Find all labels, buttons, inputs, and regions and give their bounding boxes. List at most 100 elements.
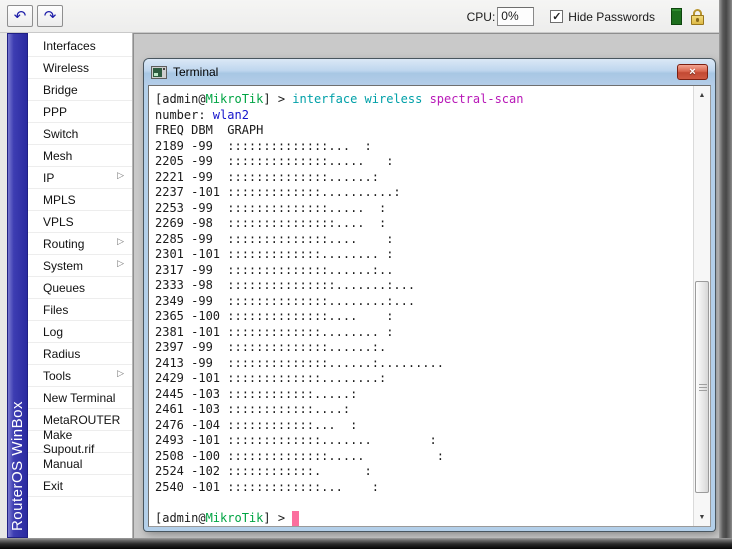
scrollbar-up-arrow[interactable]: ▲ <box>694 87 710 103</box>
terminal-scrollbar[interactable]: ▲ ▼ <box>693 86 710 526</box>
terminal-line: 2285 -99 ::::::::::::::.... : <box>155 232 693 248</box>
terminal-titlebar[interactable]: Terminal × <box>144 59 715 85</box>
terminal-line: 2237 -101 :::::::::::::..........: <box>155 185 693 201</box>
sidebar-item-make-supout-rif[interactable]: Make Supout.rif <box>28 427 132 456</box>
terminal-text: MikroTik <box>205 510 264 525</box>
terminal-icon-dot <box>163 67 165 70</box>
terminal-text: 2493 -101 :::::::::::::....... : <box>155 433 437 447</box>
redo-icon: ↷ <box>43 7 57 25</box>
checkmark-icon: ✓ <box>552 11 562 23</box>
sidebar-item-label: VPLS <box>43 214 74 229</box>
terminal-line: 2445 -103 ::::::::::::.....: <box>155 387 693 403</box>
terminal-line: 2205 -99 ::::::::::::::..... : <box>155 154 693 170</box>
cpu-label: CPU: <box>466 9 496 24</box>
sidebar-item-routing[interactable]: Routing ▷ <box>28 233 132 255</box>
terminal-line: 2269 -98 :::::::::::::::.... : <box>155 216 693 232</box>
terminal-text: ] > <box>263 510 293 525</box>
terminal-line: 2476 -104 ::::::::::::... : <box>155 418 693 434</box>
sidebar-item-label: Manual <box>43 456 83 471</box>
sidebar-item-label: Mesh <box>43 148 73 163</box>
terminal-text: 2413 -99 ::::::::::::::......:......... <box>155 355 444 370</box>
terminal-line: [admin@MikroTik] > <box>155 510 693 526</box>
sidebar-item-label: Make Supout.rif <box>43 427 95 456</box>
terminal-text: wlan2 <box>212 107 249 122</box>
terminal-text: 2381 -101 :::::::::::::........ : <box>155 324 394 339</box>
sidebar-item-ip[interactable]: IP ▷ <box>28 167 132 189</box>
sidebar-item-label: Radius <box>43 346 81 361</box>
terminal-text: 2237 -101 :::::::::::::..........: <box>155 185 401 199</box>
terminal-text: 2301 -101 :::::::::::::........ : <box>155 247 394 261</box>
brand-bar: RouterOS WinBox <box>7 33 28 538</box>
terminal-line: 2365 -100 ::::::::::::::.... : <box>155 309 693 325</box>
sidebar-item-bridge[interactable]: Bridge <box>28 79 132 101</box>
terminal-text: 2445 -103 ::::::::::::.....: <box>155 386 358 401</box>
sidebar-item-label: IP <box>43 170 55 185</box>
sidebar-item-manual[interactable]: Manual <box>28 453 132 475</box>
sidebar-item-mpls[interactable]: MPLS <box>28 189 132 211</box>
sidebar-item-new-terminal[interactable]: New Terminal <box>28 387 132 409</box>
close-icon: × <box>689 65 696 78</box>
sidebar-item-files[interactable]: Files <box>28 299 132 321</box>
terminal-text: 2317 -99 ::::::::::::::......:.. <box>155 262 394 277</box>
terminal-line: 2540 -101 :::::::::::::... : <box>155 480 693 496</box>
sidebar-item-mesh[interactable]: Mesh <box>28 145 132 167</box>
sidebar-item-vpls[interactable]: VPLS <box>28 211 132 233</box>
terminal-text: MikroTik <box>205 92 264 106</box>
sidebar-item-tools[interactable]: Tools ▷ <box>28 365 132 387</box>
sidebar-item-wireless[interactable]: Wireless <box>28 57 132 79</box>
sidebar-item-interfaces[interactable]: Interfaces <box>28 35 132 57</box>
undo-button[interactable]: ↶ <box>7 5 33 27</box>
terminal-line: 2508 -100 ::::::::::::::..... : <box>155 449 693 465</box>
terminal-line: 2397 -99 ::::::::::::::......:. <box>155 340 693 356</box>
hide-passwords-label: Hide Passwords <box>568 9 655 24</box>
sidebar-item-label: MPLS <box>43 192 76 207</box>
submenu-arrow-icon: ▷ <box>117 236 124 246</box>
terminal-text: 2253 -99 ::::::::::::::..... : <box>155 200 387 215</box>
connection-indicator-icon <box>671 8 682 25</box>
terminal-text: 2397 -99 ::::::::::::::......:. <box>155 340 387 354</box>
terminal-window: Terminal × [admin@MikroTik] > interface … <box>144 59 715 531</box>
workspace: Terminal × [admin@MikroTik] > interface … <box>133 33 719 538</box>
terminal-line: 2301 -101 :::::::::::::........ : <box>155 247 693 263</box>
terminal-text: 2269 -98 :::::::::::::::.... : <box>155 216 387 230</box>
scrollbar-down-arrow[interactable]: ▼ <box>694 509 710 525</box>
terminal-line: 2429 -101 :::::::::::::........: <box>155 371 693 387</box>
sidebar-item-label: Interfaces <box>43 38 96 53</box>
toolbar: ↶ ↷ CPU: 0% ✓ Hide Passwords <box>0 0 719 33</box>
terminal-text: 2429 -101 :::::::::::::........: <box>155 371 387 385</box>
sidebar-item-system[interactable]: System ▷ <box>28 255 132 277</box>
terminal-text: [admin@ <box>155 510 206 525</box>
sidebar-item-label: PPP <box>43 104 68 119</box>
terminal-title: Terminal <box>173 65 219 79</box>
sidebar-item-switch[interactable]: Switch <box>28 123 132 145</box>
submenu-arrow-icon: ▷ <box>117 258 124 268</box>
winbox-app-window: ↶ ↷ CPU: 0% ✓ Hide Passwords RouterOS Wi… <box>0 0 732 549</box>
terminal-line: [admin@MikroTik] > interface wireless sp… <box>155 92 693 108</box>
sidebar-item-radius[interactable]: Radius <box>28 343 132 365</box>
terminal-text: 2205 -99 ::::::::::::::..... : <box>155 154 394 168</box>
terminal-text: 2524 -102 ::::::::::::. : <box>155 464 372 478</box>
terminal-text: spectral-scan <box>429 92 524 106</box>
terminal-text: 2476 -104 ::::::::::::... : <box>155 417 358 432</box>
sidebar-item-label: Bridge <box>43 82 78 97</box>
terminal-text: number: <box>155 107 213 122</box>
undo-icon: ↶ <box>13 7 27 25</box>
hide-passwords-checkbox[interactable]: ✓ <box>550 10 564 23</box>
terminal-cursor <box>292 510 300 526</box>
sidebar-item-queues[interactable]: Queues <box>28 277 132 299</box>
terminal-text: 2189 -99 ::::::::::::::... : <box>155 138 372 153</box>
submenu-arrow-icon: ▷ <box>117 368 124 378</box>
sidebar-item-exit[interactable]: Exit <box>28 475 132 497</box>
terminal-output[interactable]: [admin@MikroTik] > interface wireless sp… <box>149 86 693 526</box>
terminal-line: 2333 -98 :::::::::::::::.......:... <box>155 278 693 294</box>
sidebar-item-log[interactable]: Log <box>28 321 132 343</box>
terminal-line: 2189 -99 ::::::::::::::... : <box>155 139 693 155</box>
sidebar-item-ppp[interactable]: PPP <box>28 101 132 123</box>
secure-session-lock-icon <box>690 8 705 25</box>
redo-button[interactable]: ↷ <box>37 5 63 27</box>
close-button[interactable]: × <box>677 64 708 80</box>
scrollbar-thumb[interactable] <box>695 281 709 493</box>
terminal-text: 2508 -100 ::::::::::::::..... : <box>155 448 444 463</box>
sidebar-menu: Interfaces Wireless Bridge PPP Switch Mesh IP ▷… <box>28 33 133 538</box>
